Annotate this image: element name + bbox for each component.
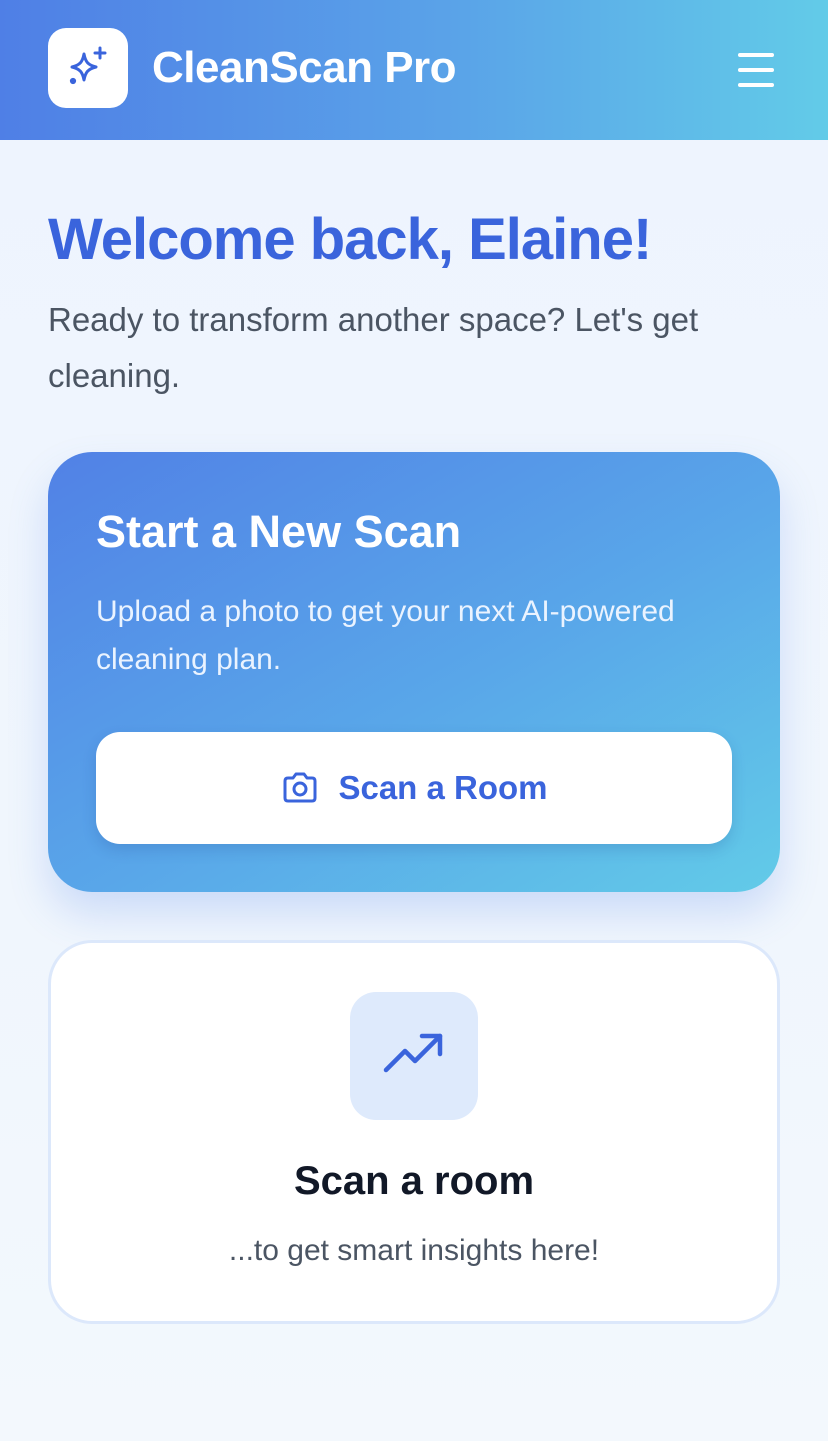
new-scan-title: Start a New Scan (96, 506, 462, 557)
insights-subtitle: ...to get smart insights here! (228, 1234, 600, 1267)
app-title: CleanScan Pro (152, 43, 457, 92)
menu-button[interactable] (732, 48, 780, 92)
app-logo (48, 28, 128, 108)
scan-room-button-label: Scan a Room (338, 769, 548, 806)
hamburger-menu-icon (738, 53, 774, 57)
sparkles-icon (69, 46, 107, 85)
new-scan-card: Start a New Scan Upload a photo to get y… (48, 452, 780, 892)
hamburger-menu-icon (738, 83, 774, 87)
welcome-subtitle: Ready to transform another space? Let's … (48, 301, 699, 394)
app-header: CleanScan Pro (0, 0, 828, 140)
camera-icon (283, 772, 317, 803)
insights-card: Scan a room ...to get smart insights her… (48, 940, 780, 1324)
hamburger-menu-icon (738, 68, 774, 72)
new-scan-description: Upload a photo to get your next AI-power… (96, 595, 675, 676)
insights-icon-tile (350, 992, 478, 1120)
scan-room-button[interactable]: Scan a Room (96, 732, 732, 844)
insights-title: Scan a room (293, 1159, 535, 1203)
welcome-title: Welcome back, Elaine! (48, 207, 652, 272)
trending-up-icon (383, 1033, 443, 1073)
